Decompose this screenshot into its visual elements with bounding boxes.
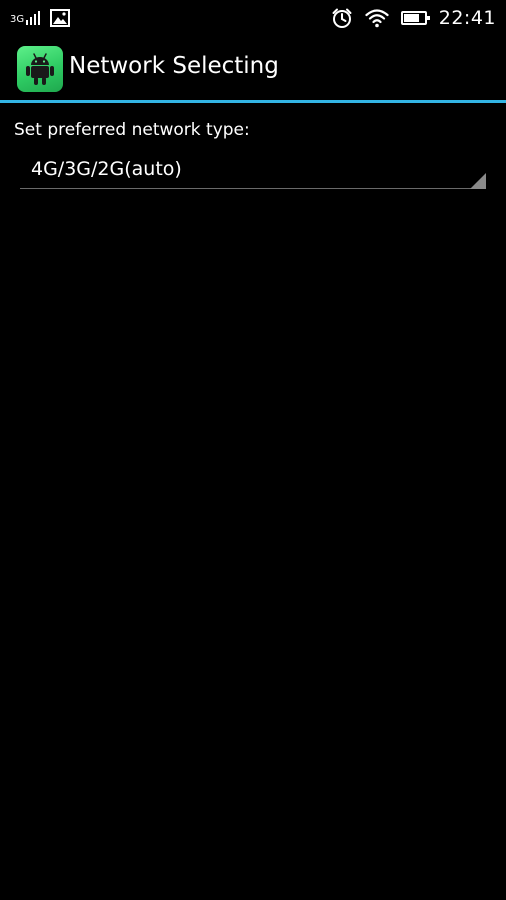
signal-bars-icon bbox=[26, 11, 41, 25]
spinner-underline bbox=[20, 188, 486, 189]
action-bar-divider bbox=[0, 100, 506, 103]
wifi-icon bbox=[365, 9, 389, 28]
network-type-spinner[interactable]: 4G/3G/2G(auto) bbox=[20, 150, 486, 190]
screen: 3G 22:41 Network Selecting Set preferred… bbox=[0, 0, 506, 900]
battery-icon bbox=[400, 11, 430, 25]
status-bar-left: 3G bbox=[10, 7, 71, 29]
preferred-network-label: Set preferred network type: bbox=[14, 120, 250, 140]
spinner-selected-value: 4G/3G/2G(auto) bbox=[31, 158, 182, 180]
network-type-indicator: 3G bbox=[10, 14, 25, 25]
page-title: Network Selecting bbox=[69, 53, 279, 79]
action-bar: Network Selecting bbox=[0, 36, 506, 100]
status-bar: 3G 22:41 bbox=[0, 0, 506, 36]
dropdown-arrow-icon bbox=[470, 173, 486, 189]
android-robot-icon[interactable] bbox=[17, 46, 63, 92]
android-robot-glyph bbox=[26, 53, 54, 85]
status-time: 22:41 bbox=[438, 7, 496, 29]
image-notification-icon bbox=[50, 9, 71, 27]
battery-level-fill bbox=[403, 14, 419, 22]
status-bar-right: 22:41 bbox=[331, 5, 496, 31]
alarm-clock-icon bbox=[332, 8, 352, 28]
